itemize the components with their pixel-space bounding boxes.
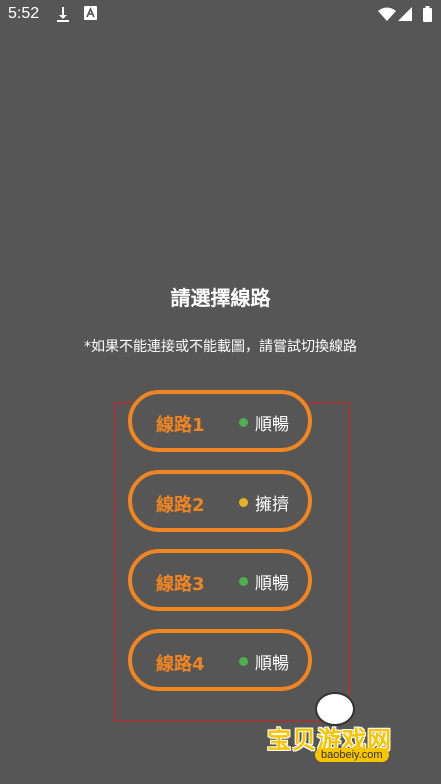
- battery-icon: [423, 6, 432, 22]
- dialog-subtitle: *如果不能連接或不能載圖，請嘗試切換線路: [84, 339, 357, 355]
- status-dot-icon: [239, 657, 248, 666]
- line-status: 順暢: [255, 574, 289, 594]
- watermark-url: baobeiy.com: [315, 748, 389, 762]
- status-dot-icon: [239, 418, 248, 427]
- dialog-title: 請選擇線路: [170, 286, 271, 310]
- line-label: 線路1: [156, 415, 205, 436]
- line-label: 線路4: [156, 654, 205, 675]
- line-label: 線路3: [156, 574, 205, 595]
- line-4-button[interactable]: 線路4 順暢: [128, 629, 312, 691]
- status-bar: 5:52: [0, 0, 441, 30]
- line-status: 順暢: [255, 654, 289, 674]
- status-dot-icon: [239, 498, 248, 507]
- signal-icon: [398, 7, 412, 21]
- wifi-icon: [378, 7, 396, 21]
- line-2-button[interactable]: 線路2 擁擠: [128, 470, 312, 532]
- line-status: 順暢: [255, 415, 289, 435]
- line-status: 擁擠: [255, 495, 289, 515]
- download-icon: [57, 7, 69, 22]
- line-label: 線路2: [156, 495, 205, 516]
- line-1-button[interactable]: 線路1 順暢: [128, 390, 312, 452]
- status-dot-icon: [239, 577, 248, 586]
- status-time: 5:52: [8, 5, 40, 22]
- watermark-logo: 宝贝游戏网 baobeiy.com: [263, 690, 413, 784]
- line-3-button[interactable]: 線路3 順暢: [128, 549, 312, 611]
- a-notification-icon: [84, 6, 97, 20]
